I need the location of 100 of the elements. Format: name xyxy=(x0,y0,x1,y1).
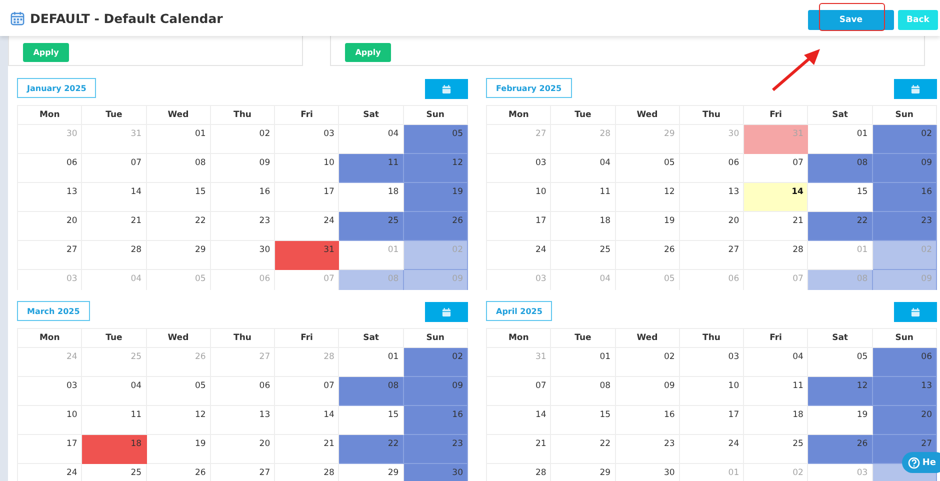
calendar-button[interactable] xyxy=(894,302,937,322)
day-cell[interactable]: 25 xyxy=(550,240,616,270)
day-cell[interactable]: 05 xyxy=(146,376,210,406)
day-cell[interactable]: 31 xyxy=(274,240,339,270)
day-cell[interactable]: 13 xyxy=(872,376,936,406)
day-cell[interactable]: 23 xyxy=(403,434,468,464)
day-cell[interactable]: 22 xyxy=(808,212,872,240)
day-cell[interactable]: 03 xyxy=(679,348,744,376)
day-cell[interactable]: 09 xyxy=(615,376,680,406)
calendar-button[interactable] xyxy=(894,79,937,99)
day-cell[interactable]: 08 xyxy=(146,154,210,182)
day-cell[interactable]: 13 xyxy=(210,406,275,434)
day-cell[interactable]: 16 xyxy=(872,182,936,212)
day-cell[interactable]: 10 xyxy=(18,406,82,434)
day-cell[interactable]: 12 xyxy=(808,376,872,406)
day-cell[interactable]: 15 xyxy=(550,406,616,434)
day-cell[interactable]: 20 xyxy=(210,434,275,464)
day-cell[interactable]: 10 xyxy=(486,182,551,212)
day-cell[interactable]: 03 xyxy=(274,124,339,154)
day-cell[interactable]: 01 xyxy=(146,124,210,154)
day-cell[interactable]: 12 xyxy=(615,182,680,212)
day-cell[interactable]: 19 xyxy=(615,212,680,240)
day-cell[interactable]: 24 xyxy=(18,464,82,481)
weekday-header: Tue xyxy=(82,328,146,348)
day-cell[interactable]: 19 xyxy=(403,182,468,212)
day-cell[interactable]: 08 xyxy=(808,154,872,182)
day-cell[interactable]: 24 xyxy=(486,240,551,270)
day-cell[interactable]: 22 xyxy=(550,434,616,464)
day-cell[interactable]: 02 xyxy=(615,348,680,376)
day-cell[interactable]: 08 xyxy=(338,376,404,406)
day-cell[interactable]: 18 xyxy=(82,434,146,464)
day-cell[interactable]: 20 xyxy=(872,406,936,434)
day-cell[interactable]: 18 xyxy=(744,406,808,434)
day-cell[interactable]: 30 xyxy=(403,464,468,481)
day-cell[interactable]: 22 xyxy=(146,212,210,240)
calendar-button[interactable] xyxy=(425,79,468,99)
day-cell[interactable]: 11 xyxy=(338,154,404,182)
day-cell[interactable]: 06 xyxy=(210,376,275,406)
day-cell[interactable]: 05 xyxy=(403,124,468,154)
day-cell[interactable]: 03 xyxy=(18,376,82,406)
day-cell[interactable]: 02 xyxy=(210,124,275,154)
day-cell[interactable]: 04 xyxy=(744,348,808,376)
weekday-header: Tue xyxy=(550,328,616,348)
day-cell[interactable]: 14 xyxy=(82,182,146,212)
day-cell[interactable]: 29 xyxy=(146,240,210,270)
day-cell[interactable]: 13 xyxy=(18,182,82,212)
day-cell[interactable]: 15 xyxy=(146,182,210,212)
day-cell[interactable]: 26 xyxy=(403,212,468,240)
day-cell[interactable]: 04 xyxy=(82,376,146,406)
day-cell[interactable]: 24 xyxy=(679,434,744,464)
day-cell[interactable]: 17 xyxy=(679,406,744,434)
day-cell[interactable]: 09 xyxy=(210,154,275,182)
day-cell[interactable]: 26 xyxy=(615,240,680,270)
day-cell[interactable]: 20 xyxy=(18,212,82,240)
day-cell[interactable]: 07 xyxy=(486,376,551,406)
day-cell[interactable]: 12 xyxy=(146,406,210,434)
day-cell[interactable]: 28 xyxy=(744,240,808,270)
day-cell[interactable]: 03 xyxy=(486,154,551,182)
day-cell[interactable]: 19 xyxy=(146,434,210,464)
day-cell[interactable]: 02 xyxy=(403,348,468,376)
day-cell[interactable]: 28 xyxy=(486,464,551,481)
day-cell[interactable]: 23 xyxy=(615,434,680,464)
day-cell[interactable]: 16 xyxy=(403,406,468,434)
day-cell[interactable]: 06 xyxy=(18,154,82,182)
day-cell[interactable]: 01 xyxy=(550,348,616,376)
day-cell[interactable]: 11 xyxy=(550,182,616,212)
day-cell[interactable]: 23 xyxy=(210,212,275,240)
day-cell[interactable]: 06 xyxy=(872,348,936,376)
day-cell[interactable]: 20 xyxy=(679,212,744,240)
day-cell[interactable]: 16 xyxy=(615,406,680,434)
day-cell[interactable]: 25 xyxy=(338,212,404,240)
day-cell[interactable]: 22 xyxy=(338,434,404,464)
day-cell[interactable]: 04 xyxy=(550,154,616,182)
day-cell[interactable]: 12 xyxy=(403,154,468,182)
day-cell[interactable]: 17 xyxy=(274,182,339,212)
day-cell[interactable]: 16 xyxy=(210,182,275,212)
day-cell[interactable]: 07 xyxy=(82,154,146,182)
day-cell[interactable]: 17 xyxy=(486,212,551,240)
day-cell[interactable]: 09 xyxy=(403,376,468,406)
day-cell[interactable]: 26 xyxy=(808,434,872,464)
day-cell[interactable]: 23 xyxy=(872,212,936,240)
day-cell[interactable]: 09 xyxy=(872,154,936,182)
day-cell[interactable]: 02 xyxy=(872,124,936,154)
day-cell[interactable]: 10 xyxy=(679,376,744,406)
day-cell[interactable]: 27 xyxy=(679,240,744,270)
day-cell[interactable]: 21 xyxy=(486,434,551,464)
day-cell[interactable]: 06 xyxy=(679,154,744,182)
day-cell[interactable]: 14 xyxy=(744,182,808,212)
calendar-button[interactable] xyxy=(425,302,468,322)
day-cell[interactable]: 28 xyxy=(82,240,146,270)
weekday-header: Wed xyxy=(615,106,680,124)
day-cell[interactable]: 05 xyxy=(615,154,680,182)
help-icon xyxy=(908,456,920,468)
day-cell[interactable]: 18 xyxy=(550,212,616,240)
weekday-header: Sat xyxy=(338,328,404,348)
day-cell[interactable]: 27 xyxy=(18,240,82,270)
day-cell[interactable]: 14 xyxy=(274,406,339,434)
day-cell[interactable]: 08 xyxy=(550,376,616,406)
day-cell[interactable]: 14 xyxy=(486,406,551,434)
day-cell[interactable]: 21 xyxy=(82,212,146,240)
